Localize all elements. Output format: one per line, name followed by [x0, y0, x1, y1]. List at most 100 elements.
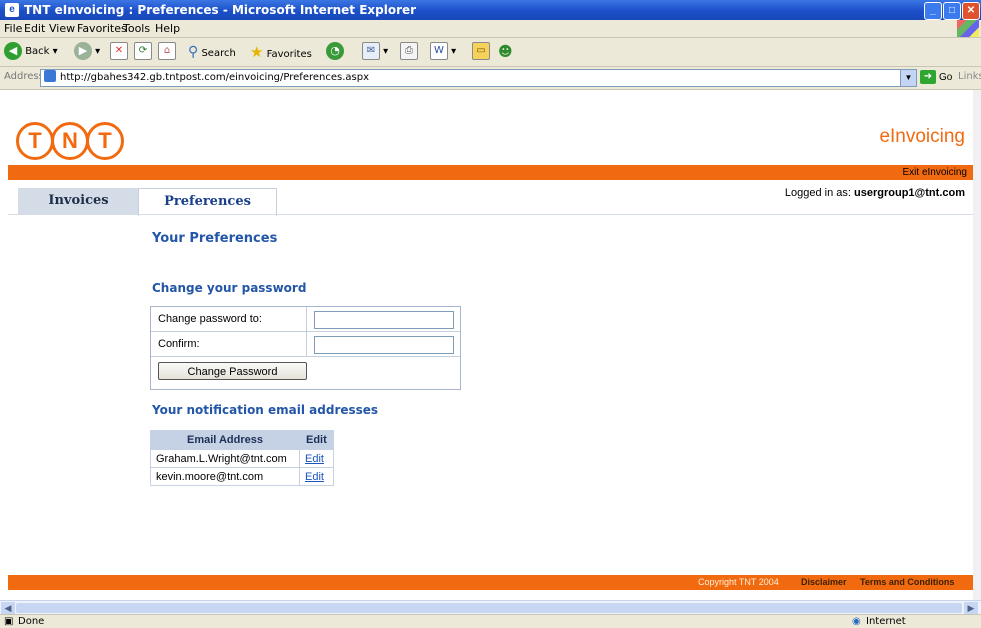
- search-icon: ⚲: [188, 44, 199, 60]
- stop-icon: ✕: [110, 42, 128, 60]
- history-icon: ◔: [326, 42, 344, 60]
- logged-in-label: Logged in as:: [784, 187, 851, 199]
- zone-text: Internet: [866, 616, 906, 627]
- menu-file[interactable]: File: [4, 22, 22, 35]
- change-password-button[interactable]: Change Password: [158, 362, 307, 380]
- status-bar: ▣ Done ◉ Internet: [0, 614, 981, 628]
- tnt-logo-letter-t: T: [16, 122, 54, 160]
- windows-logo-icon: [957, 20, 979, 37]
- tnt-logo: TNT: [16, 122, 124, 160]
- go-button[interactable]: ➜ Go: [920, 69, 952, 87]
- refresh-button[interactable]: ⟳: [134, 42, 152, 62]
- terms-link[interactable]: Terms and Conditions: [860, 577, 954, 587]
- scroll-right-arrow-icon[interactable]: ▶: [964, 602, 978, 614]
- header-orange-bar: Exit eInvoicing: [8, 165, 973, 180]
- favorites-label: Favorites: [266, 49, 312, 60]
- disclaimer-link[interactable]: Disclaimer: [801, 577, 847, 587]
- scrollbar-thumb[interactable]: [16, 603, 962, 613]
- mail-button[interactable]: ✉ ▾: [362, 42, 388, 62]
- search-button[interactable]: ⚲ Search: [188, 42, 236, 62]
- back-arrow-icon: ◀: [4, 42, 22, 60]
- table-header-row: Email Address Edit: [150, 430, 334, 450]
- confirm-label: Confirm:: [158, 338, 200, 350]
- tab-invoices[interactable]: Invoices: [18, 188, 139, 214]
- column-header-email: Email Address: [150, 430, 300, 450]
- tnt-logo-letter-n: N: [51, 122, 89, 160]
- back-label: Back: [25, 46, 50, 57]
- window-title: TNT eInvoicing : Preferences - Microsoft…: [24, 3, 417, 17]
- address-bar: Address http://gbahes342.gb.tntpost.com/…: [0, 67, 981, 90]
- address-input[interactable]: http://gbahes342.gb.tntpost.com/einvoici…: [40, 69, 902, 87]
- page-content: TNT eInvoicing Exit eInvoicing Invoices …: [8, 90, 973, 600]
- change-password-label: Change password to:: [158, 313, 262, 325]
- menu-bar: File Edit View Favorites Tools Help: [0, 20, 981, 38]
- messenger-button[interactable]: ☻: [498, 42, 513, 62]
- brand-name: eInvoicing: [879, 126, 965, 147]
- mail-icon: ✉: [362, 42, 380, 60]
- folder-icon: ▭: [472, 42, 490, 60]
- menu-edit[interactable]: Edit: [24, 22, 45, 35]
- logged-in-user: usergroup1@tnt.com: [854, 187, 965, 199]
- page-icon: [44, 70, 56, 82]
- email-heading: Your notification email addresses: [152, 403, 379, 417]
- footer-bar: Copyright TNT 2004 Disclaimer Terms and …: [8, 575, 973, 590]
- stop-button[interactable]: ✕: [110, 42, 128, 62]
- horizontal-scrollbar[interactable]: ◀ ▶: [0, 600, 981, 615]
- maximize-button[interactable]: □: [943, 2, 961, 20]
- edit-email-link[interactable]: Edit: [305, 453, 324, 465]
- scroll-left-arrow-icon[interactable]: ◀: [1, 602, 15, 614]
- edit-word-button[interactable]: W ▾: [430, 42, 456, 62]
- go-arrow-icon: ➜: [920, 70, 936, 85]
- window-title-bar: e TNT eInvoicing : Preferences - Microso…: [0, 0, 981, 20]
- status-text: Done: [18, 616, 45, 627]
- menu-favorites[interactable]: Favorites: [77, 22, 127, 35]
- confirm-password-input[interactable]: [314, 336, 454, 354]
- email-cell: kevin.moore@tnt.com: [150, 467, 300, 486]
- tab-preferences[interactable]: Preferences: [138, 188, 277, 216]
- history-button[interactable]: ◔: [326, 42, 344, 62]
- menu-view[interactable]: View: [49, 22, 75, 35]
- search-label: Search: [201, 48, 236, 59]
- column-header-edit: Edit: [299, 430, 334, 450]
- menu-help[interactable]: Help: [155, 22, 180, 35]
- logged-in-info: Logged in as: usergroup1@tnt.com: [785, 187, 965, 199]
- email-cell: Graham.L.Wright@tnt.com: [150, 449, 300, 468]
- exit-link[interactable]: Exit eInvoicing: [903, 167, 967, 178]
- ie-icon: e: [5, 3, 19, 17]
- vertical-scrollbar[interactable]: [973, 90, 981, 600]
- forward-button[interactable]: ▶ ▾: [74, 42, 100, 62]
- table-row: Graham.L.Wright@tnt.com Edit: [150, 449, 334, 468]
- links-button[interactable]: Links: [958, 71, 981, 82]
- form-divider: [306, 307, 307, 356]
- tabs-divider: [8, 214, 973, 215]
- address-dropdown-button[interactable]: ▼: [900, 69, 917, 87]
- refresh-icon: ⟳: [134, 42, 152, 60]
- home-icon: ⌂: [158, 42, 176, 60]
- go-label: Go: [939, 72, 953, 83]
- discuss-button[interactable]: ▭: [472, 42, 490, 62]
- back-button[interactable]: ◀ Back ▾: [4, 42, 58, 62]
- star-icon: ★: [250, 43, 264, 61]
- browser-toolbar: ◀ Back ▾ ▶ ▾ ✕ ⟳ ⌂ ⚲ Search ★ Favorites …: [0, 38, 981, 67]
- favorites-button[interactable]: ★ Favorites: [250, 42, 312, 62]
- menu-tools[interactable]: Tools: [123, 22, 150, 35]
- globe-icon: ◉: [852, 616, 861, 627]
- tnt-logo-letter-t2: T: [86, 122, 124, 160]
- print-button[interactable]: ⎙: [400, 42, 418, 62]
- edit-email-link[interactable]: Edit: [305, 471, 324, 483]
- word-icon: W: [430, 42, 448, 60]
- print-icon: ⎙: [400, 42, 418, 60]
- messenger-icon: ☻: [498, 44, 513, 60]
- minimize-button[interactable]: _: [924, 2, 942, 20]
- home-button[interactable]: ⌂: [158, 42, 176, 62]
- copyright-text: Copyright TNT 2004: [698, 577, 779, 587]
- page-title: Your Preferences: [152, 231, 278, 246]
- new-password-input[interactable]: [314, 311, 454, 329]
- table-row: kevin.moore@tnt.com Edit: [150, 467, 334, 486]
- close-button[interactable]: ✕: [962, 2, 980, 20]
- forward-arrow-icon: ▶: [74, 42, 92, 60]
- address-url: http://gbahes342.gb.tntpost.com/einvoici…: [60, 72, 369, 83]
- address-label: Address: [4, 71, 44, 82]
- email-table: Email Address Edit Graham.L.Wright@tnt.c…: [150, 430, 334, 486]
- page-icon-small: ▣: [4, 616, 14, 627]
